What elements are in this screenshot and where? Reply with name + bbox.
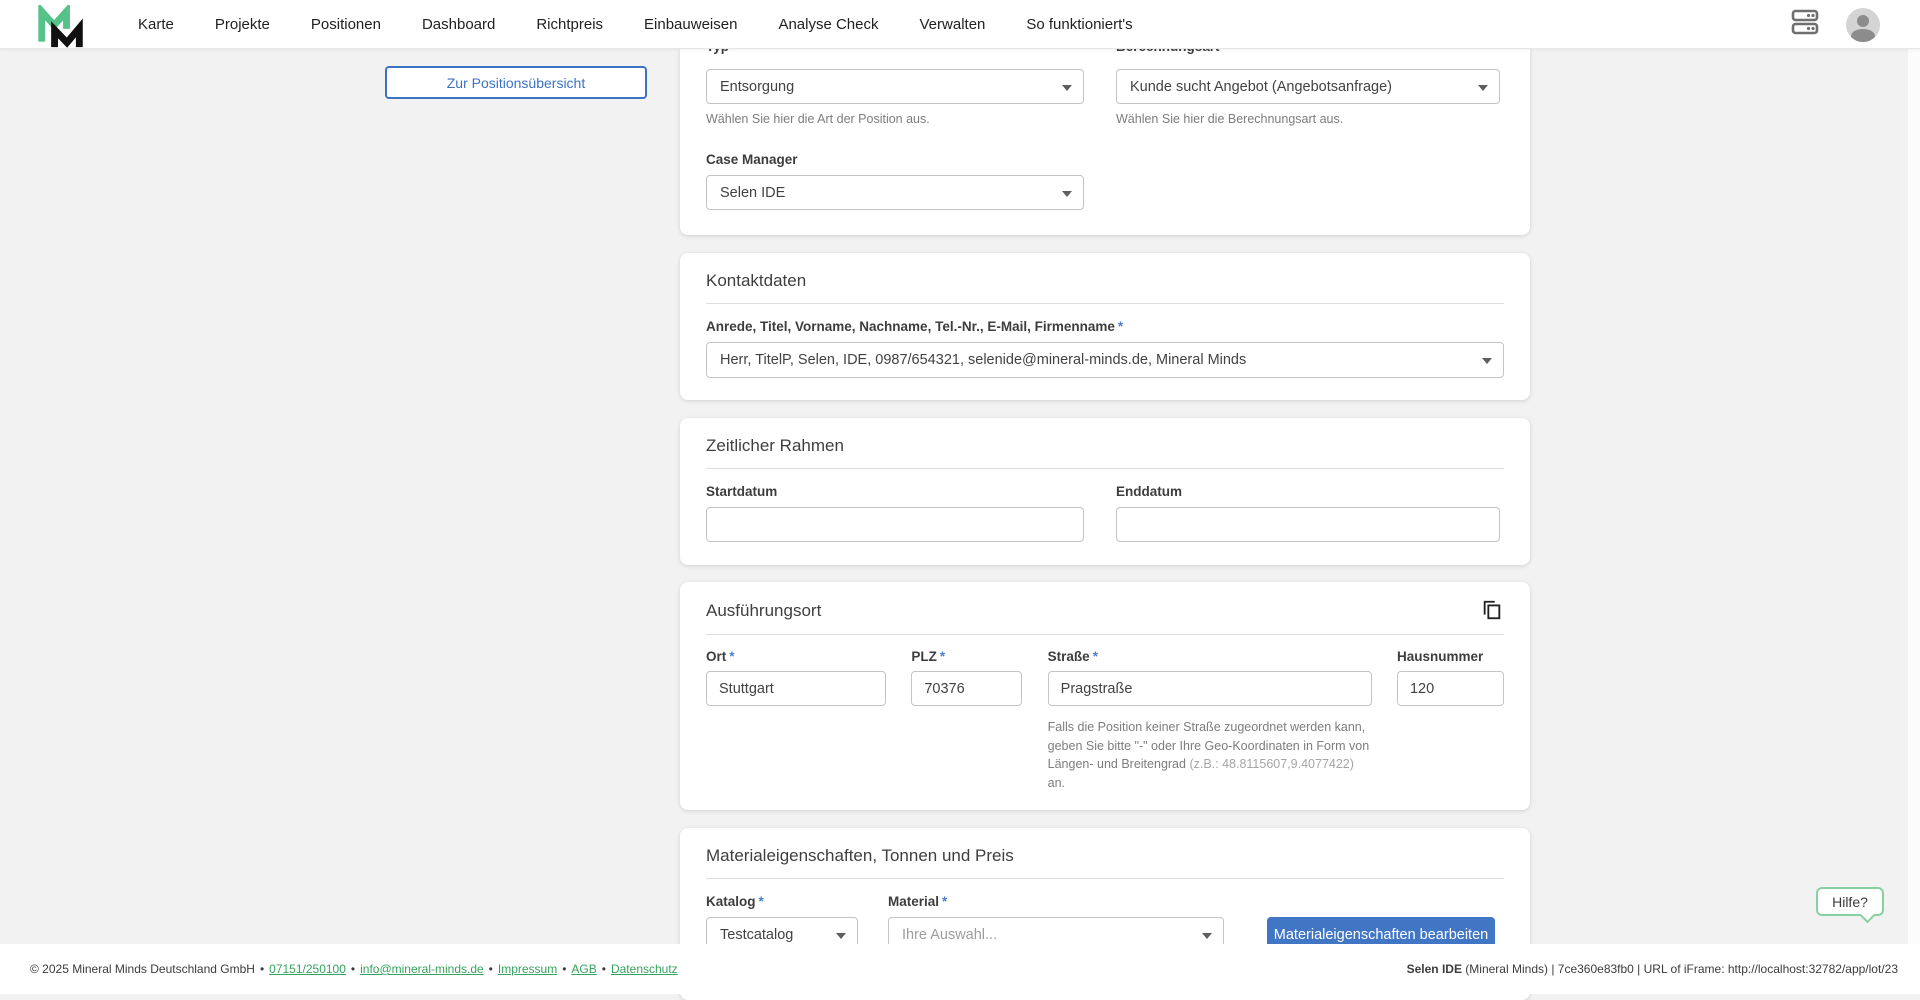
contact-value: Herr, TitelP, Selen, IDE, 0987/654321, s… [720,352,1246,368]
chevron-down-icon [1478,85,1488,91]
nav-item-karte[interactable]: Karte [138,16,174,33]
katalog-value: Testcatalog [720,927,793,943]
strasse-label: Straße* [1048,649,1372,664]
chevron-down-icon [1062,85,1072,91]
contact-label: Anrede, Titel, Vorname, Nachname, Tel.-N… [706,319,1504,334]
top-navbar: Karte Projekte Positionen Dashboard Rich… [0,0,1920,49]
position-type-card: Typ * Berechnungsart * Entsorgung Wählen… [680,49,1530,235]
calculation-type-select[interactable]: Kunde sucht Angebot (Angebotsanfrage) [1116,69,1500,104]
case-manager-select[interactable]: Selen IDE [706,175,1084,210]
zeitlicher-rahmen-card: Zeitlicher Rahmen Startdatum Enddatum [680,418,1530,565]
session-details: (Mineral Minds) | 7ce360e83fb0 | URL of … [1462,962,1898,976]
kontaktdaten-card: Kontaktdaten Anrede, Titel, Vorname, Nac… [680,253,1530,400]
katalog-label: Katalog* [706,894,858,909]
clipped-calc-label: Berechnungsart * [1116,49,1229,55]
help-button[interactable]: Hilfe? [1816,887,1884,916]
contact-select[interactable]: Herr, TitelP, Selen, IDE, 0987/654321, s… [706,342,1504,378]
scrollbar-track[interactable] [1908,49,1920,994]
impressum-link[interactable]: Impressum [498,962,557,976]
ort-label: Ort* [706,649,886,664]
clipped-type-label: Typ * [706,49,738,55]
session-user: Selen IDE [1407,962,1462,976]
plz-input[interactable] [911,671,1022,706]
phone-link[interactable]: 07151/250100 [269,962,346,976]
enddatum-input[interactable] [1116,507,1500,542]
ort-input[interactable] [706,671,886,706]
hausnummer-input[interactable] [1397,671,1504,706]
required-asterisk: * [759,894,764,909]
ausfuehrungsort-title: Ausführungsort [706,583,821,621]
help-label: Hilfe? [1832,894,1868,910]
zeitlicher-rahmen-title: Zeitlicher Rahmen [706,418,1504,456]
nav-item-dashboard[interactable]: Dashboard [422,16,495,33]
footer: © 2025 Mineral Minds Deutschland GmbH•07… [0,944,1920,994]
speech-bubble-tail [1860,908,1876,924]
clipped-labels: Typ * Berechnungsart * [706,49,1504,56]
datenschutz-link[interactable]: Datenschutz [611,962,678,976]
main-nav: Karte Projekte Positionen Dashboard Rich… [138,16,1133,33]
nav-item-projekte[interactable]: Projekte [215,16,270,33]
required-asterisk: * [940,649,945,664]
nav-item-einbauweisen[interactable]: Einbauweisen [644,16,737,33]
strasse-input[interactable] [1048,671,1372,706]
material-placeholder: Ihre Auswahl... [902,927,997,943]
material-title: Materialeigenschaften, Tonnen und Preis [706,828,1504,866]
plz-label: PLZ* [911,649,1022,664]
divider [706,634,1504,635]
ausfuehrungsort-card: Ausführungsort Ort* PLZ* Straße* Hausnum… [680,582,1530,810]
footer-left: © 2025 Mineral Minds Deutschland GmbH•07… [30,962,678,976]
chevron-down-icon [836,933,846,939]
case-manager-value: Selen IDE [720,185,785,201]
enddatum-label: Enddatum [1116,484,1500,499]
required-asterisk: * [1118,319,1123,334]
footer-session-info: Selen IDE (Mineral Minds) | 7ce360e83fb0… [1407,962,1898,976]
kontaktdaten-title: Kontaktdaten [706,253,1504,291]
user-avatar-icon[interactable] [1846,8,1880,42]
mineral-minds-logo-icon[interactable] [36,5,86,54]
copy-icon[interactable] [1480,598,1504,622]
agb-link[interactable]: AGB [571,962,596,976]
geo-example: (z.B.: 48.8115607,9.4077422) [1189,757,1353,771]
email-link[interactable]: info@mineral-minds.de [360,962,484,976]
case-manager-label: Case Manager [706,152,1084,167]
server-rack-icon[interactable] [1790,8,1820,41]
material-label: Material* [888,894,1224,909]
position-type-help: Wählen Sie hier die Art der Position aus… [706,112,1084,126]
divider [706,878,1504,879]
nav-item-positionen[interactable]: Positionen [311,16,381,33]
chevron-down-icon [1062,191,1072,197]
back-to-positions-button[interactable]: Zur Positionsübersicht [385,66,647,99]
position-type-value: Entsorgung [720,79,794,95]
nav-item-verwalten[interactable]: Verwalten [920,16,986,33]
required-asterisk: * [729,649,734,664]
strasse-helper: Falls die Position keiner Straße zugeord… [1048,718,1372,792]
calculation-type-help: Wählen Sie hier die Berechnungsart aus. [1116,112,1500,126]
nav-item-analyse-check[interactable]: Analyse Check [778,16,878,33]
required-asterisk: * [942,894,947,909]
chevron-down-icon [1482,358,1492,364]
startdatum-label: Startdatum [706,484,1084,499]
hausnummer-label: Hausnummer [1397,649,1504,664]
required-asterisk: * [1093,649,1098,664]
divider [706,468,1504,469]
copyright-text: © 2025 Mineral Minds Deutschland GmbH [30,962,255,976]
startdatum-input[interactable] [706,507,1084,542]
calculation-type-value: Kunde sucht Angebot (Angebotsanfrage) [1130,79,1392,95]
position-type-select[interactable]: Entsorgung [706,69,1084,104]
nav-item-so-funktionierts[interactable]: So funktioniert's [1026,16,1132,33]
divider [706,303,1504,304]
chevron-down-icon [1202,933,1212,939]
nav-item-richtpreis[interactable]: Richtpreis [536,16,603,33]
